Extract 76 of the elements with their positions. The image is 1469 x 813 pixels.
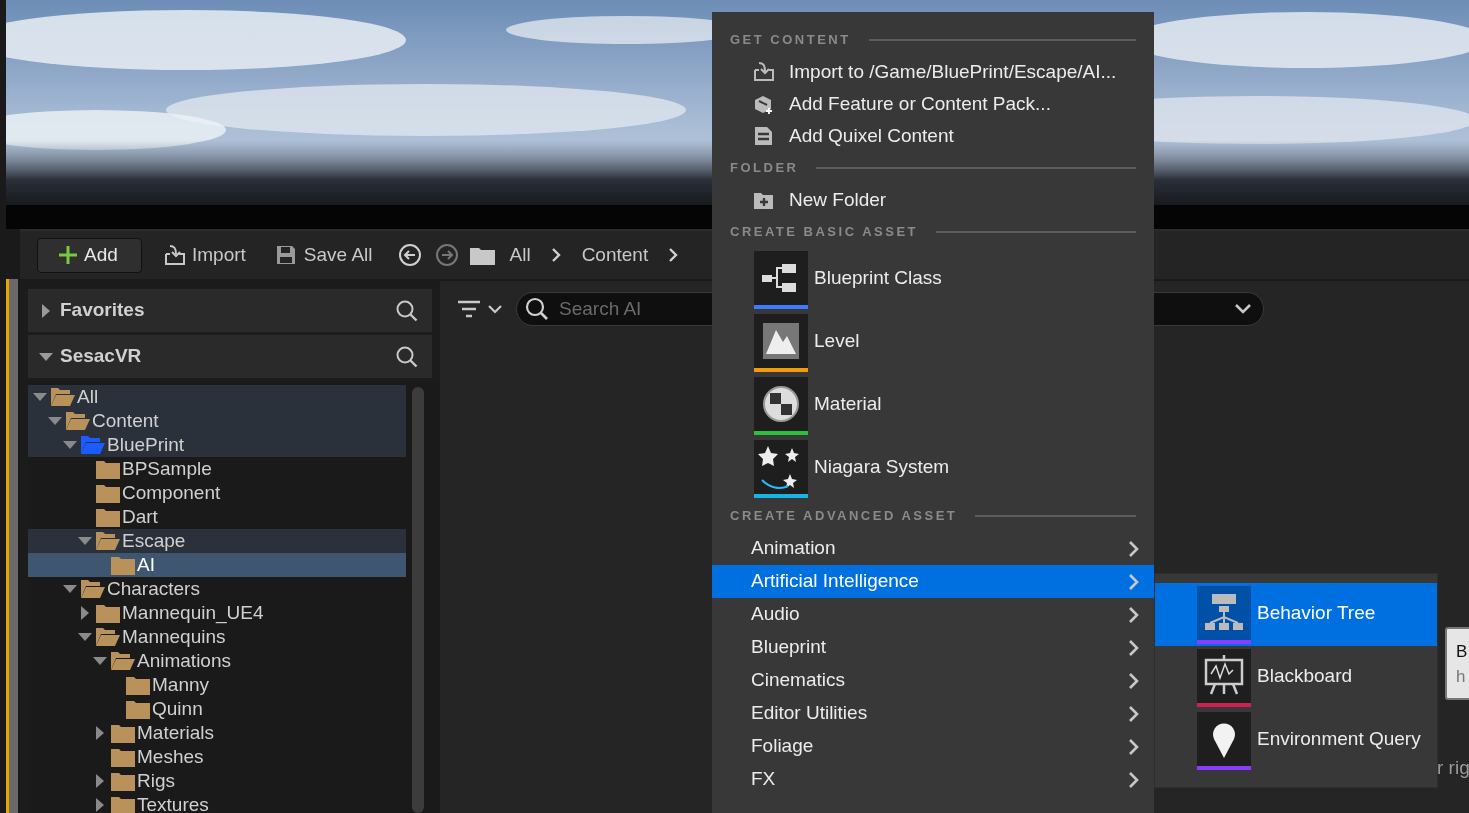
filter-icon (458, 300, 480, 318)
box-plus-icon (753, 93, 775, 115)
tree-item[interactable]: Textures (28, 793, 406, 813)
chevron-icon (1127, 572, 1140, 591)
forward-icon[interactable] (434, 243, 459, 267)
breadcrumb-link[interactable]: Content (581, 240, 649, 270)
section-heading: CREATE ADVANCED ASSET (730, 507, 958, 526)
tree-item[interactable]: BluePrint (28, 433, 406, 457)
submenu-item[interactable]: Editor Utilities (712, 697, 1154, 730)
tree-item[interactable]: Animations (28, 649, 406, 673)
submenu-item[interactable]: Foliage (712, 730, 1154, 763)
chevron-icon (1127, 539, 1140, 558)
add-button[interactable]: Add (37, 237, 142, 273)
menu-item[interactable]: Behavior Tree (1155, 583, 1437, 646)
chevron-icon (1127, 671, 1140, 690)
plus-icon (58, 245, 78, 265)
submenu-item[interactable]: Cinematics (712, 664, 1154, 697)
save-all-button[interactable]: Save All (274, 240, 373, 270)
submenu-item[interactable]: Artificial Intelligence (712, 565, 1154, 598)
chevron-icon (1127, 704, 1140, 723)
search-icon (396, 299, 418, 322)
section-header[interactable]: Favorites (28, 289, 432, 332)
tree-item[interactable]: Quinn (28, 697, 406, 721)
tree-item[interactable]: Component (28, 481, 406, 505)
menu-item[interactable]: Add Feature or Content Pack... (712, 88, 1154, 120)
tree-item[interactable]: Dart (28, 505, 406, 529)
tree-item[interactable]: Meshes (28, 745, 406, 769)
tooltip-text: h (1456, 666, 1467, 688)
tree-item[interactable]: All (28, 385, 406, 409)
hint-text: r rig (1437, 756, 1469, 780)
chevron-icon (1127, 737, 1140, 756)
submenu-item[interactable]: Animation (712, 532, 1154, 565)
tree-item[interactable]: Manny (28, 673, 406, 697)
submenu-item[interactable]: FX (712, 763, 1154, 796)
tree-item[interactable]: Characters (28, 577, 406, 601)
search-icon (396, 345, 418, 368)
chevron-icon (549, 247, 562, 263)
tooltip-title: B (1456, 641, 1469, 663)
save-icon (274, 244, 297, 266)
menu-item[interactable]: Import to /Game/BluePrint/Escape/AI... (712, 56, 1154, 88)
caret-icon (1235, 304, 1251, 314)
tree-item[interactable]: Materials (28, 721, 406, 745)
chevron-icon (1127, 770, 1140, 789)
menu-item[interactable]: Niagara System (712, 437, 1154, 500)
chevron-icon (1127, 638, 1140, 657)
tree-item[interactable]: Escape (28, 529, 406, 553)
section-header[interactable]: SesacVR (28, 335, 432, 378)
caret-icon (488, 304, 502, 314)
menu-item[interactable]: Blackboard (1155, 646, 1437, 709)
submenu-item[interactable]: Audio (712, 598, 1154, 631)
breadcrumb-link[interactable]: All (509, 240, 531, 270)
document-icon (753, 125, 775, 147)
submenu-item[interactable]: Blueprint (712, 631, 1154, 664)
chevron-icon (667, 247, 680, 263)
menu-item[interactable]: Environment Query (1155, 709, 1437, 772)
tree-item[interactable]: Content (28, 409, 406, 433)
tree-item[interactable]: BPSample (28, 457, 406, 481)
tree-item[interactable]: AI (28, 553, 406, 577)
folder-icon (469, 245, 495, 265)
tree-item[interactable]: Mannequins (28, 625, 406, 649)
menu-item[interactable]: Material (712, 374, 1154, 437)
menu-item[interactable]: Add Quixel Content (712, 120, 1154, 152)
back-icon[interactable] (397, 243, 422, 267)
import-button[interactable]: Import (163, 240, 246, 270)
tree-item[interactable]: Mannequin_UE4 (28, 601, 406, 625)
filter-button[interactable] (458, 300, 502, 318)
scrollbar[interactable] (412, 387, 424, 813)
import-icon (753, 61, 775, 83)
section-heading: FOLDER (730, 159, 799, 178)
menu-item[interactable]: New Folder (712, 184, 1154, 216)
section-heading: GET CONTENT (730, 31, 851, 50)
tree-item[interactable]: Rigs (28, 769, 406, 793)
chevron-icon (1127, 605, 1140, 624)
section-heading: CREATE BASIC ASSET (730, 223, 918, 242)
import-icon (163, 244, 187, 266)
search-icon (525, 297, 549, 321)
